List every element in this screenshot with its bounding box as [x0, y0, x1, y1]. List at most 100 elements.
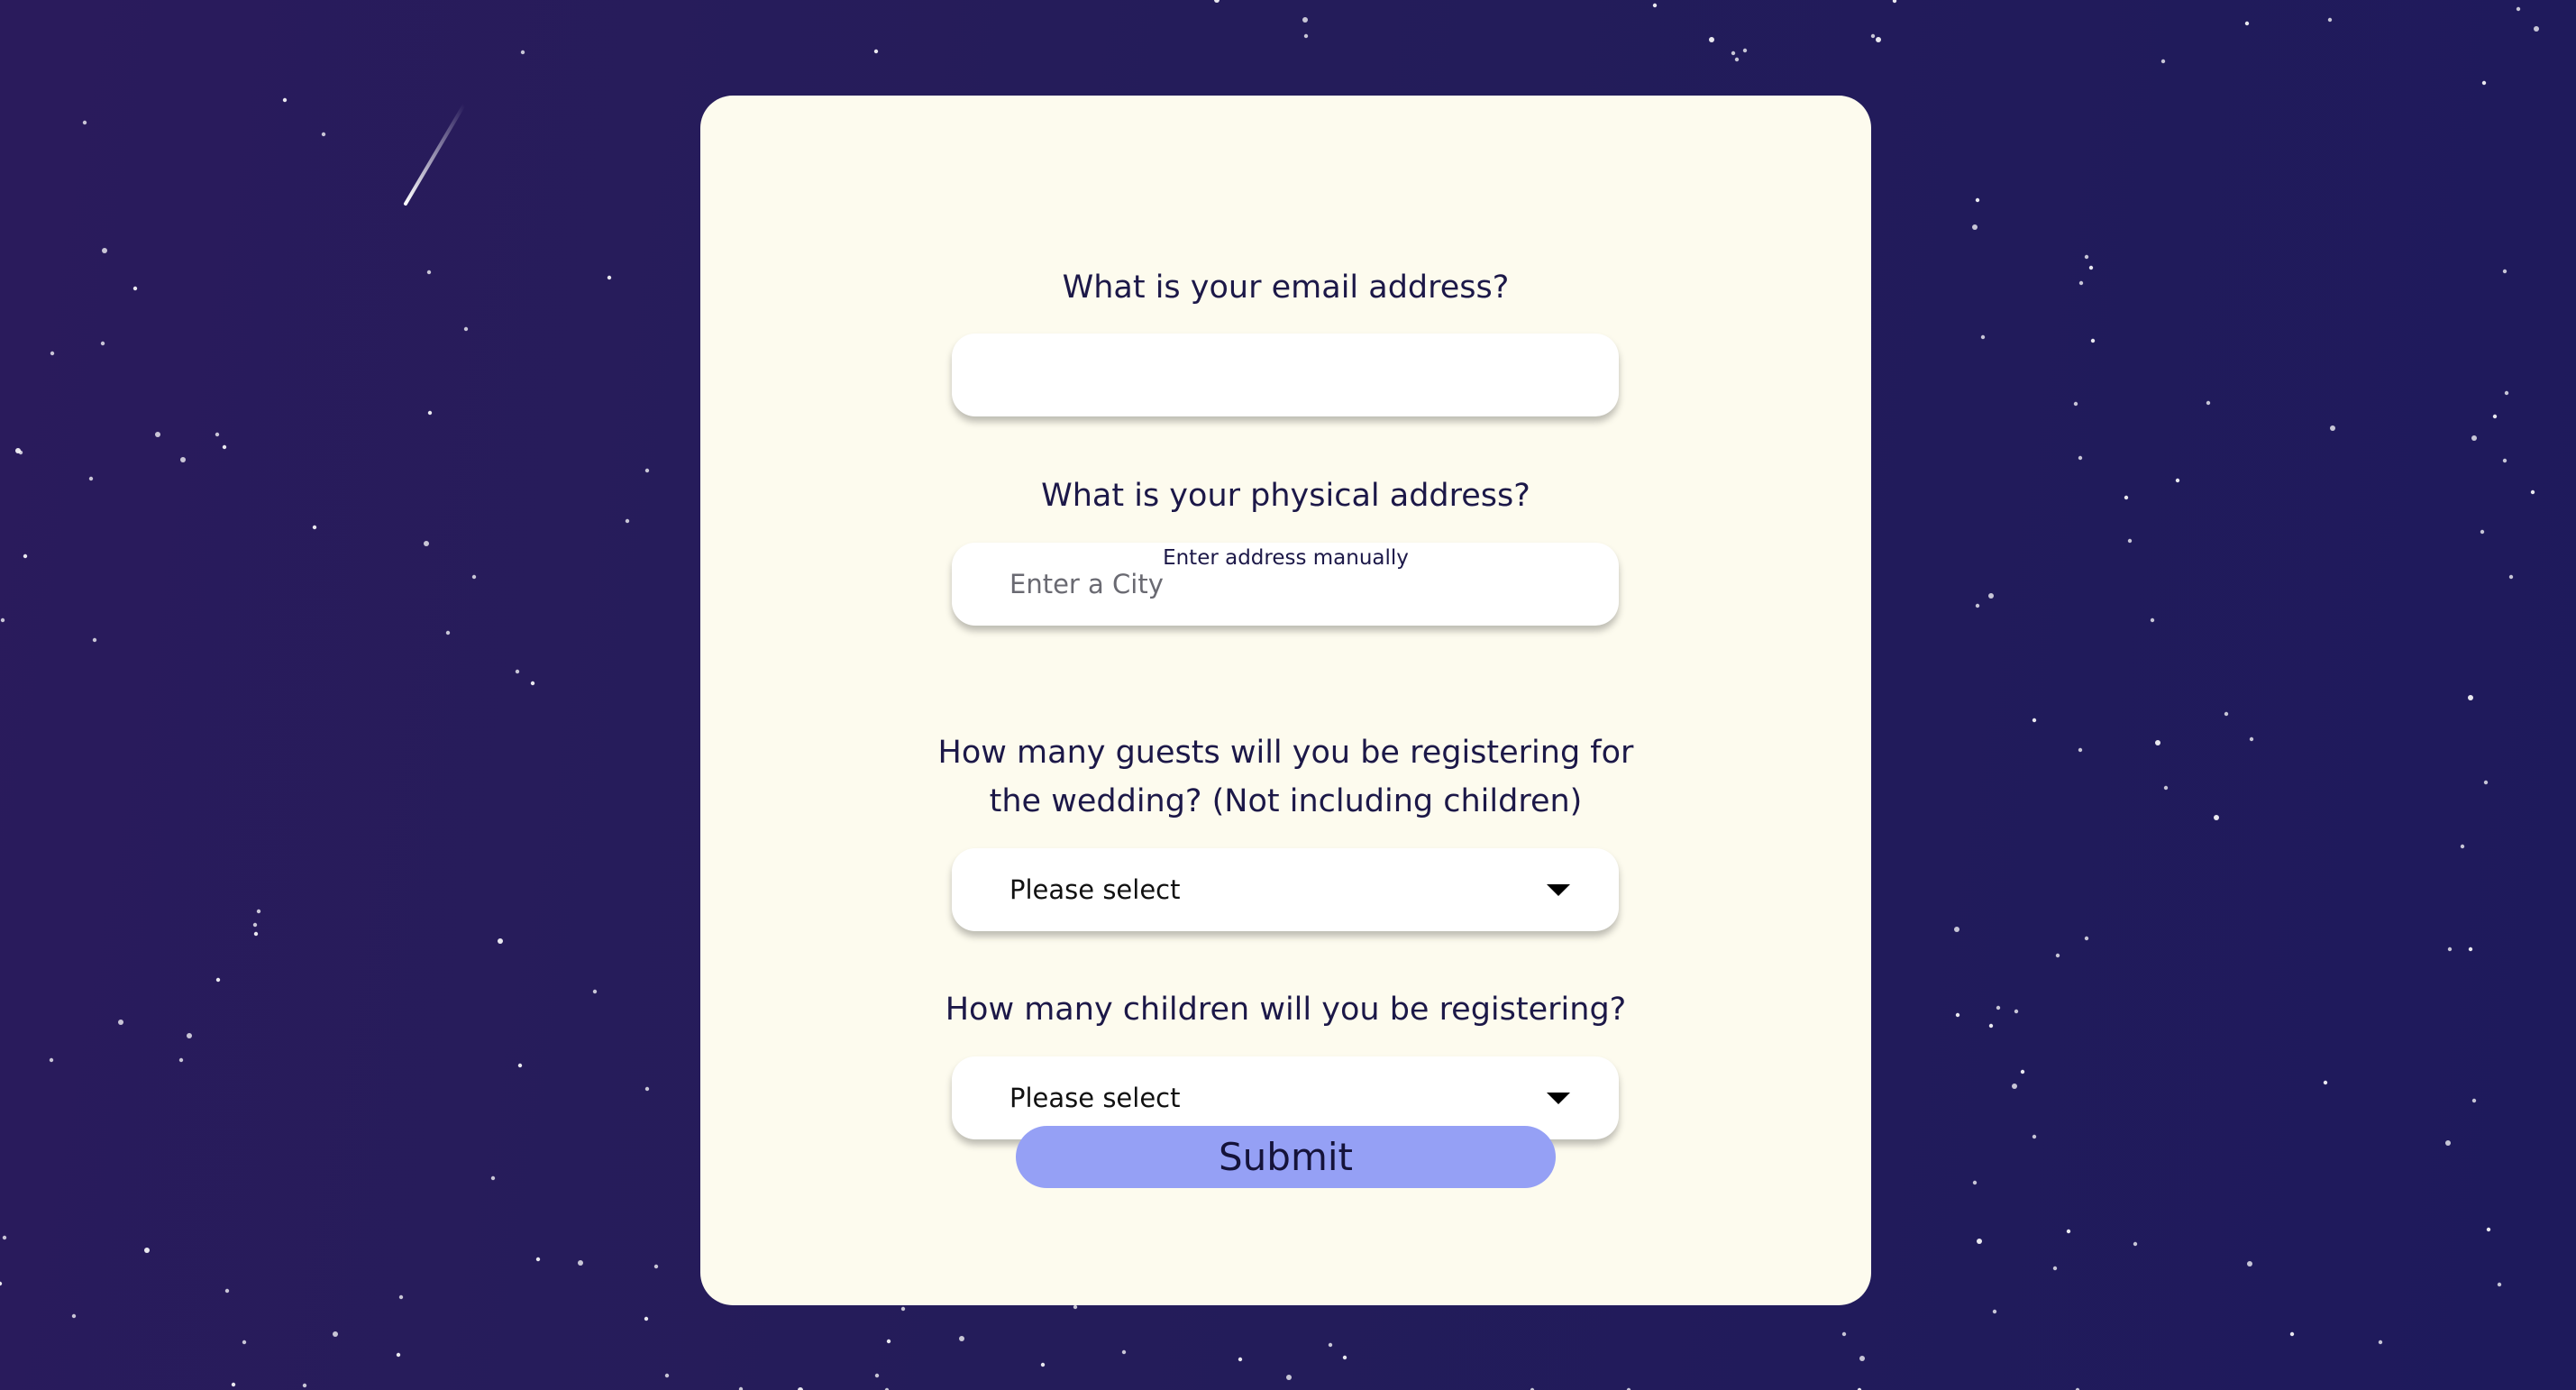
star — [0, 1281, 3, 1286]
star — [874, 1373, 880, 1378]
star — [2, 1235, 7, 1240]
star — [1876, 37, 1881, 42]
star — [1975, 197, 1980, 203]
star — [1742, 48, 1748, 53]
star — [515, 669, 520, 674]
star — [644, 468, 650, 473]
star — [2206, 400, 2211, 406]
star — [180, 457, 186, 462]
star — [92, 637, 97, 643]
star — [2014, 1009, 2019, 1014]
star — [2133, 1241, 2138, 1247]
star — [2502, 269, 2507, 274]
star — [222, 444, 227, 450]
star — [1040, 1362, 1046, 1367]
star — [1859, 1356, 1865, 1361]
star — [644, 1086, 650, 1092]
star — [2468, 946, 2473, 952]
star — [2127, 538, 2133, 544]
star — [242, 1340, 247, 1345]
star — [2483, 780, 2489, 785]
star — [2323, 1080, 2328, 1085]
star — [1303, 33, 1309, 39]
star — [2150, 617, 2155, 623]
star — [535, 1257, 541, 1262]
star — [155, 432, 160, 437]
star — [82, 120, 87, 125]
star — [144, 1248, 150, 1253]
star — [1972, 224, 1978, 230]
star — [2497, 1282, 2502, 1287]
star — [2088, 265, 2094, 270]
star — [471, 574, 477, 580]
star — [607, 275, 612, 280]
star — [445, 630, 451, 636]
star — [1342, 1355, 1347, 1360]
submit-button[interactable]: Submit — [1016, 1126, 1556, 1188]
chevron-down-icon — [1547, 1093, 1570, 1104]
star — [2471, 1098, 2477, 1103]
address-question: What is your physical address? — [1041, 478, 1530, 514]
star — [2502, 458, 2507, 463]
star — [2447, 946, 2453, 952]
star — [215, 432, 220, 437]
star — [132, 286, 138, 291]
star — [102, 248, 107, 253]
star — [1734, 57, 1740, 62]
star — [578, 1260, 583, 1266]
star — [118, 1020, 123, 1025]
star — [2012, 1084, 2017, 1089]
star — [1073, 1304, 1078, 1310]
star — [1731, 50, 1736, 56]
star — [2124, 495, 2129, 500]
chevron-down-icon — [1547, 884, 1570, 896]
star — [2508, 574, 2514, 580]
star — [1988, 593, 1994, 599]
star — [49, 1057, 54, 1063]
guests-select[interactable]: Please select — [952, 848, 1619, 931]
star — [664, 1373, 670, 1378]
star — [178, 1057, 184, 1063]
star — [50, 351, 55, 356]
star — [2481, 80, 2487, 86]
star — [2084, 936, 2089, 941]
email-field[interactable] — [952, 334, 1619, 416]
star — [2468, 695, 2473, 700]
star — [900, 1306, 906, 1312]
star — [2247, 1261, 2252, 1267]
star — [1121, 1349, 1127, 1355]
star — [252, 922, 258, 928]
guests-question-line2: the wedding? (Not including children) — [989, 783, 1583, 819]
star — [1652, 3, 1658, 8]
star — [463, 326, 469, 332]
star — [333, 1331, 338, 1337]
star — [1977, 1239, 1982, 1244]
star — [520, 50, 525, 55]
star — [1302, 17, 1308, 23]
star — [1892, 0, 1897, 4]
star — [2032, 1134, 2037, 1139]
star — [215, 977, 221, 983]
children-question: How many children will you be registerin… — [945, 992, 1627, 1028]
star — [187, 1033, 192, 1038]
star — [2460, 844, 2465, 849]
star — [2066, 1229, 2071, 1234]
star — [1988, 1023, 1994, 1029]
enter-address-manually-link[interactable]: Enter address manually — [700, 546, 1871, 570]
star — [2163, 785, 2169, 791]
star — [2032, 718, 2037, 723]
star — [2249, 736, 2254, 742]
star — [2052, 1266, 2058, 1271]
email-field-wrapper — [952, 334, 1619, 416]
star — [2486, 1227, 2491, 1232]
star — [1972, 1180, 1978, 1185]
star — [2160, 59, 2166, 64]
star — [2084, 254, 2089, 260]
star — [424, 541, 429, 546]
star — [2073, 401, 2078, 407]
star — [2078, 747, 2083, 753]
star — [2492, 414, 2498, 419]
star — [2327, 17, 2333, 23]
star — [2055, 953, 2060, 958]
registration-card: What is your email address? What is your… — [700, 96, 1871, 1305]
